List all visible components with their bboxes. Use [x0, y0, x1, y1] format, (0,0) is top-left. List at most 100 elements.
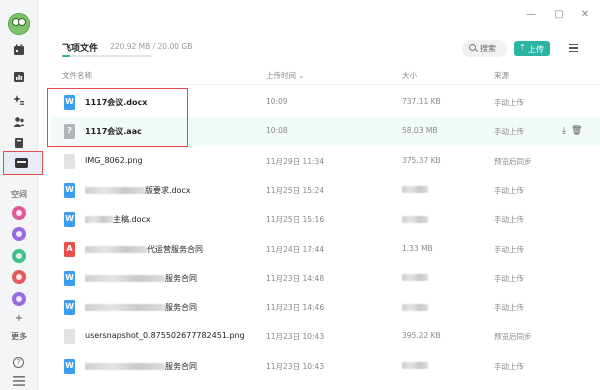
file-size: 1.33 MB — [402, 243, 433, 253]
doc-file-icon: W — [64, 270, 75, 286]
sort-chevron-icon: ⌄ — [298, 71, 305, 80]
file-name-text: 服务合同 — [165, 361, 197, 371]
redacted-text — [402, 303, 428, 311]
file-icon-glyph: W — [65, 302, 74, 312]
storage-progress-bar — [62, 55, 152, 57]
file-size — [402, 214, 428, 223]
file-name[interactable]: 代运营服务合同 — [85, 244, 203, 255]
help-icon[interactable]: ? — [13, 357, 24, 368]
file-icon-glyph: W — [65, 184, 74, 194]
redacted-text — [402, 186, 428, 194]
space-item-3[interactable] — [12, 249, 26, 263]
file-source: 预览后同步 — [494, 156, 532, 166]
file-name[interactable]: 服务合同 — [85, 361, 197, 372]
column-header-source[interactable]: 来源 — [494, 70, 509, 81]
table-row[interactable]: IMG_8062.png 11月29日 11:34 375.37 KB 预览后同步 — [50, 147, 600, 176]
doc-file-icon: W — [64, 300, 75, 316]
maximize-button[interactable]: □ — [554, 10, 564, 20]
redacted-text — [85, 186, 145, 194]
file-size — [402, 273, 428, 282]
upload-time: 10:09 — [266, 97, 288, 106]
doc-file-icon: W — [64, 182, 75, 198]
close-button[interactable]: ✕ — [580, 10, 590, 20]
column-header-time[interactable]: 上传时间 ⌄ — [266, 70, 305, 81]
table-row[interactable]: W 主稿.docx 11月25日 15:16 手动上传 — [50, 205, 600, 234]
highlight-annotation — [47, 88, 188, 147]
column-header-size[interactable]: 大小 — [402, 70, 417, 81]
upload-button[interactable]: ⇡ 上传 — [514, 41, 550, 56]
calendar-icon[interactable] — [13, 44, 25, 56]
upload-time: 11月25日 15:16 — [266, 215, 325, 225]
table-row[interactable]: W 服务合同 11月23日 14:48 手动上传 — [50, 264, 600, 293]
file-source: 手动上传 — [494, 244, 524, 254]
download-icon[interactable]: ⤓ — [559, 126, 569, 136]
file-icon-glyph: W — [65, 360, 74, 370]
sidebar: 空间 + 更多 ? — [0, 0, 43, 390]
file-name-text: 服务合同 — [165, 303, 197, 313]
file-name[interactable]: 版要求.docx — [85, 185, 191, 196]
table-row[interactable]: W 版要求.docx 11月25日 15:24 手动上传 — [50, 176, 600, 205]
page-title: 飞项文件 — [62, 44, 99, 54]
upload-time: 11月23日 14:46 — [266, 303, 325, 313]
file-icon-glyph: W — [65, 272, 74, 282]
space-item-5[interactable] — [12, 292, 26, 306]
redacted-text — [402, 274, 428, 282]
file-name-text: 服务合同 — [165, 273, 197, 283]
more-label[interactable]: 更多 — [0, 331, 38, 342]
space-item-1[interactable] — [12, 206, 26, 220]
image-file-icon — [64, 329, 75, 345]
chart-icon[interactable] — [13, 71, 25, 83]
file-source: 手动上传 — [494, 273, 524, 283]
table-row[interactable]: A 代运营服务合同 11月24日 17:44 1.33 MB 手动上传 — [50, 235, 600, 264]
add-space-icon[interactable]: + — [0, 313, 38, 324]
table-row[interactable]: W 服务合同 11月23日 14:46 手动上传 — [50, 293, 600, 322]
upload-label: 上传 — [528, 45, 544, 54]
file-size: 395.22 KB — [402, 331, 441, 341]
file-size — [402, 302, 428, 311]
redacted-text — [402, 362, 428, 370]
file-size: 58.03 MB — [402, 126, 438, 136]
file-name[interactable]: IMG_8062.png — [85, 156, 143, 165]
file-name[interactable]: 服务合同 — [85, 302, 197, 313]
avatar[interactable] — [8, 13, 30, 35]
file-name-text: 主稿.docx — [113, 215, 151, 225]
table-row[interactable]: W 服务合同 11月23日 10:43 手动上传 — [50, 352, 600, 381]
doc-file-icon: W — [64, 212, 75, 228]
redacted-text — [85, 274, 165, 282]
file-icon-glyph: A — [66, 243, 73, 253]
file-source: 手动上传 — [494, 127, 524, 137]
file-source: 手动上传 — [494, 361, 524, 371]
upload-time: 10:08 — [266, 126, 288, 136]
file-name-text: usersnapshot_0.875502677782451.png — [85, 331, 245, 341]
file-name[interactable]: 服务合同 — [85, 273, 197, 284]
redacted-text — [85, 216, 113, 224]
file-icon-glyph: W — [65, 214, 74, 224]
contacts-icon[interactable] — [13, 116, 25, 128]
search-label: 搜索 — [480, 44, 496, 53]
file-source: 手动上传 — [494, 98, 524, 107]
upload-time: 11月23日 14:48 — [266, 273, 325, 283]
sidebar-item-files[interactable] — [3, 151, 43, 175]
delete-icon[interactable]: 🗑 — [571, 126, 582, 136]
space-item-4[interactable] — [12, 270, 26, 284]
column-header-name[interactable]: 文件名称 — [62, 70, 92, 81]
upload-time: 11月23日 10:43 — [266, 361, 325, 371]
sparkle-icon[interactable] — [13, 94, 25, 106]
space-item-2[interactable] — [12, 227, 26, 241]
notebook-icon[interactable] — [13, 137, 25, 149]
file-size: 737.11 KB — [402, 97, 441, 106]
upload-icon: ⇡ — [519, 43, 526, 52]
search-button[interactable]: 搜索 — [462, 40, 507, 57]
menu-icon[interactable] — [569, 44, 578, 52]
minimize-button[interactable]: — — [526, 10, 536, 20]
file-name[interactable]: 主稿.docx — [85, 214, 151, 225]
file-name[interactable]: usersnapshot_0.875502677782451.png — [85, 331, 245, 340]
file-name-text: 版要求.docx — [145, 185, 191, 195]
spaces-label: 空间 — [11, 190, 27, 199]
file-name-text: 代运营服务合同 — [147, 244, 203, 254]
redacted-text — [85, 245, 147, 253]
hamburger-icon[interactable] — [13, 375, 25, 386]
redacted-text — [402, 215, 428, 223]
file-size — [402, 185, 428, 194]
table-row[interactable]: usersnapshot_0.875502677782451.png 11月23日… — [50, 322, 600, 351]
